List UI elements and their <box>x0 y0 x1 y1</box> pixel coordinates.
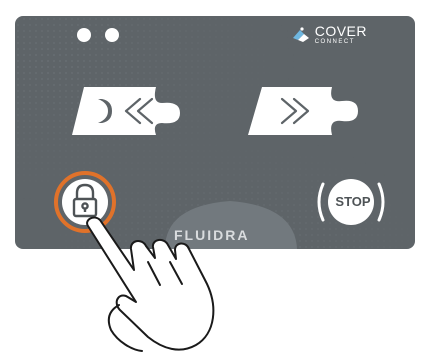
stop-label: STOP <box>335 194 371 209</box>
cover-control-illustration: COVER CONNECT FLUIDRA STOP <box>0 0 429 355</box>
fluidra-brand-text: FLUIDRA <box>174 227 250 243</box>
logo-cover-text: COVER <box>314 23 367 39</box>
status-led-1 <box>77 28 91 42</box>
cover-connect-logo: COVER CONNECT <box>291 24 367 45</box>
status-led-2 <box>105 28 119 42</box>
lock-button[interactable] <box>53 170 117 234</box>
logo-connect-text: CONNECT <box>314 39 355 45</box>
close-cover-button[interactable] <box>244 83 368 139</box>
cover-connect-logo-mark-icon <box>292 26 309 42</box>
open-cover-button[interactable] <box>68 83 192 139</box>
control-panel: COVER CONNECT FLUIDRA STOP <box>15 16 415 249</box>
